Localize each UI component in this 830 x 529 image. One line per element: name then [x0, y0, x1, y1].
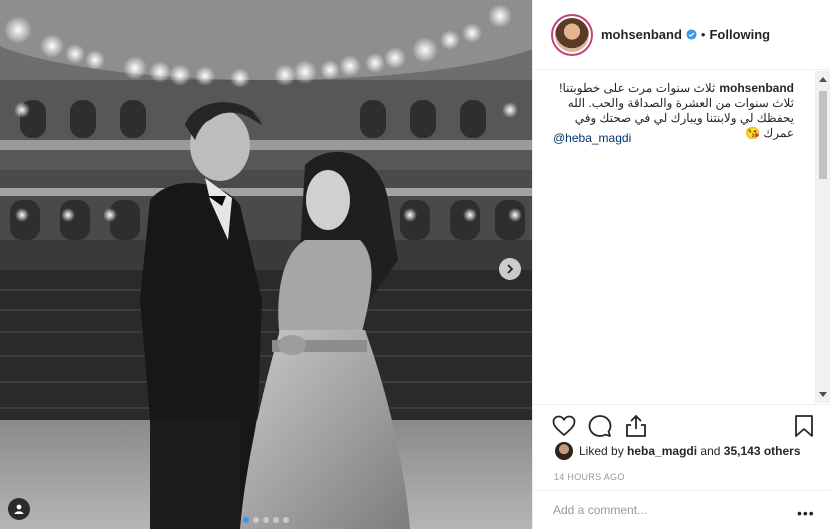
theater-photo	[0, 0, 532, 529]
scroll-down-arrow[interactable]	[815, 387, 830, 403]
scroll-up-arrow[interactable]	[815, 71, 830, 87]
likes-count[interactable]: 35,143 others	[724, 444, 801, 458]
share-icon	[626, 414, 646, 437]
carousel-dot	[253, 517, 259, 523]
caption-username[interactable]: mohsenband	[719, 81, 794, 95]
likes-prefix: Liked by	[579, 444, 624, 458]
post-photo[interactable]	[0, 0, 532, 529]
separator: •	[700, 27, 706, 42]
likes-summary: Liked by heba_magdi and 35,143 others	[555, 442, 801, 460]
heart-icon	[552, 415, 576, 437]
carousel-dot	[263, 517, 269, 523]
avatar[interactable]	[551, 13, 593, 56]
comment-composer: •••	[533, 490, 830, 529]
liker-avatar[interactable]	[555, 442, 573, 460]
post-timestamp[interactable]: 14 HOURS AGO	[554, 472, 625, 482]
carousel-dot	[283, 517, 289, 523]
caption-mention[interactable]: @heba_magdi	[553, 131, 631, 145]
username-link[interactable]: mohsenband	[601, 27, 682, 42]
post-header: mohsenband • Following	[533, 0, 830, 70]
verified-icon	[686, 29, 697, 40]
comment-input[interactable]	[553, 503, 793, 517]
carousel-dot	[273, 517, 279, 523]
user-tag-icon	[14, 504, 24, 514]
comments-area[interactable]: mohsenbandثلاث سنوات مرت على خطوبتنا! ثل…	[533, 70, 830, 403]
carousel-indicators	[0, 517, 532, 523]
comment-icon	[588, 415, 612, 437]
share-button[interactable]	[623, 413, 649, 439]
next-image-button[interactable]	[499, 258, 521, 280]
post-details-panel: mohsenband • Following mohsenbandثلاث سن…	[532, 0, 830, 529]
more-icon[interactable]: •••	[797, 505, 815, 521]
likes-and: and	[700, 444, 721, 458]
carousel-dot-active	[243, 517, 249, 523]
bookmark-icon	[795, 415, 813, 437]
chevron-right-icon	[507, 264, 514, 274]
liker-username[interactable]: heba_magdi	[627, 444, 697, 458]
comment-button[interactable]	[587, 413, 613, 439]
like-button[interactable]	[551, 413, 577, 439]
scrollbar-thumb[interactable]	[819, 91, 827, 179]
save-button[interactable]	[791, 413, 817, 439]
scrollbar[interactable]	[815, 71, 830, 403]
kiss-emoji: 😘	[745, 126, 761, 140]
following-button[interactable]: Following	[709, 27, 770, 42]
action-bar	[533, 404, 830, 444]
